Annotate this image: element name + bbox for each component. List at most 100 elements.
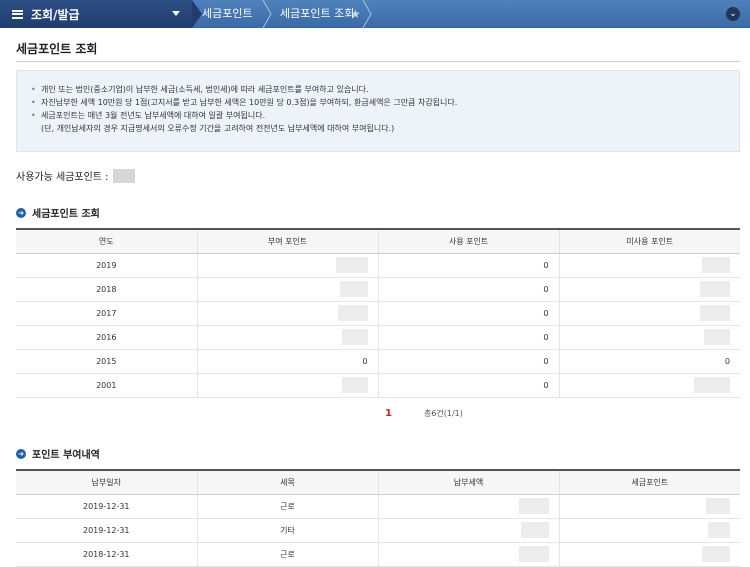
unused-cell [558, 325, 740, 350]
notice-line: 세금포인트는 매년 3월 전년도 납부세액에 대하여 일괄 부여됩니다. [31, 109, 725, 122]
masked-value [702, 257, 730, 273]
unused-cell [558, 373, 740, 398]
menu-dropdown-button[interactable]: 조회/발급 [0, 0, 192, 28]
tax-points-cell [558, 494, 740, 519]
used-cell: 0 [377, 301, 559, 326]
year-cell: 2015 [16, 349, 197, 374]
total-count: 총6건(1/1) [423, 409, 463, 418]
breadcrumb-separator-icon [362, 0, 372, 28]
top-navigation-bar: 조회/발급 세금포인트 세금포인트 조회 ★ ⌄ [0, 0, 750, 28]
menu-label: 조회/발급 [31, 7, 80, 22]
masked-value [708, 522, 730, 538]
column-header-used: 사용 포인트 [377, 228, 559, 254]
page-title: 세금포인트 조회 [16, 42, 98, 56]
column-header-tax-points: 세금포인트 [558, 469, 740, 495]
tax-item-cell: 근로 [196, 494, 378, 519]
used-cell: 0 [377, 277, 559, 302]
payment-date-cell: 2019-12-31 [16, 518, 197, 543]
unused-cell [558, 301, 740, 326]
unused-cell: 0 [558, 349, 740, 374]
used-cell: 0 [377, 325, 559, 350]
breadcrumb-separator-icon [192, 0, 202, 28]
payment-date-cell: 2018-12-31 [16, 542, 197, 567]
pagination: 1 총6건(1/1) [385, 408, 463, 419]
notice-line: 개인 또는 법인(중소기업)이 납부한 세금(소득세, 법인세)에 따라 세금포… [31, 83, 725, 96]
masked-value [335, 257, 368, 273]
year-cell: 2018 [16, 277, 197, 302]
masked-value [694, 377, 730, 393]
section-title-text: 세금포인트 조회 [32, 209, 100, 220]
granted-cell [196, 253, 378, 278]
tax-amount-cell [377, 494, 559, 519]
masked-value [112, 168, 135, 183]
table-row: 2016 0 [16, 325, 740, 350]
masked-value [339, 281, 368, 297]
column-header-granted: 부여 포인트 [196, 228, 378, 254]
caret-down-icon [172, 11, 180, 16]
tax-item-cell: 근로 [196, 542, 378, 567]
unused-cell [558, 277, 740, 302]
column-header-year: 연도 [16, 228, 197, 254]
section-title-grant-history: ➜ 포인트 부여내역 [16, 446, 100, 461]
breadcrumb-item-taxpoint[interactable]: 세금포인트 [202, 0, 253, 28]
tax-points-cell [558, 518, 740, 543]
granted-cell [196, 325, 378, 350]
unused-cell [558, 253, 740, 278]
points-table: 연도 부여 포인트 사용 포인트 미사용 포인트 2019 0 2018 0 2… [16, 228, 740, 398]
column-header-tax-item: 세목 [196, 469, 378, 495]
notice-box: 개인 또는 법인(중소기업)이 납부한 세금(소득세, 법인세)에 따라 세금포… [16, 70, 740, 152]
masked-value [700, 305, 730, 321]
chevron-down-circle-icon[interactable]: ⌄ [726, 7, 740, 21]
column-header-unused: 미사용 포인트 [558, 228, 740, 254]
breadcrumb-item-current[interactable]: 세금포인트 조회 [280, 0, 354, 28]
tax-amount-cell [377, 518, 559, 543]
favorite-star-icon[interactable]: ★ [350, 7, 361, 21]
arrow-right-circle-icon: ➜ [16, 207, 26, 218]
table-header-row: 납부일자 세목 납부세액 세금포인트 [16, 469, 740, 495]
table-row: 2001 0 [16, 373, 740, 398]
used-cell: 0 [377, 349, 559, 374]
granted-cell [196, 277, 378, 302]
column-header-tax-amount: 납부세액 [377, 469, 559, 495]
table-header-row: 연도 부여 포인트 사용 포인트 미사용 포인트 [16, 228, 740, 254]
used-cell: 0 [377, 253, 559, 278]
table-row: 2018 0 [16, 277, 740, 302]
hamburger-icon [12, 9, 23, 19]
table-row: 2018-12-31 근로 [16, 542, 740, 567]
tax-item-cell: 기타 [196, 518, 378, 543]
notice-line: (단, 개인납세자의 경우 지급명세서의 오류수정 기간을 고려하여 전전년도 … [41, 124, 395, 133]
masked-value [518, 546, 549, 562]
masked-value [706, 498, 730, 514]
year-cell: 2016 [16, 325, 197, 350]
notice-line: 자진납부한 세액 10만원 당 1점(고지서를 받고 납부한 세액은 10만원 … [31, 96, 725, 109]
arrow-right-circle-icon: ➜ [16, 448, 26, 459]
masked-value [520, 522, 549, 538]
table-row: 2019-12-31 근로 [16, 494, 740, 519]
section-title-text: 포인트 부여내역 [32, 450, 100, 461]
page-number-current[interactable]: 1 [385, 408, 392, 419]
breadcrumb-separator-icon [262, 0, 272, 28]
tax-points-cell [558, 542, 740, 567]
year-cell: 2019 [16, 253, 197, 278]
tax-amount-cell [377, 542, 559, 567]
available-points-label: 사용가능 세금포인트 : [16, 172, 109, 183]
masked-value [704, 329, 730, 345]
masked-value [702, 546, 730, 562]
masked-value [700, 281, 730, 297]
table-row: 2017 0 [16, 301, 740, 326]
payment-date-cell: 2019-12-31 [16, 494, 197, 519]
masked-value [341, 329, 368, 345]
used-cell: 0 [377, 373, 559, 398]
section-title-points: ➜ 세금포인트 조회 [16, 205, 100, 220]
granted-cell: 0 [196, 349, 378, 374]
granted-cell [196, 301, 378, 326]
table-row: 2019 0 [16, 253, 740, 278]
masked-value [337, 305, 368, 321]
year-cell: 2001 [16, 373, 197, 398]
masked-value [518, 498, 549, 514]
column-header-payment-date: 납부일자 [16, 469, 197, 495]
available-points: 사용가능 세금포인트 : [16, 168, 135, 183]
year-cell: 2017 [16, 301, 197, 326]
granted-cell [196, 373, 378, 398]
table-row: 2019-12-31 기타 [16, 518, 740, 543]
